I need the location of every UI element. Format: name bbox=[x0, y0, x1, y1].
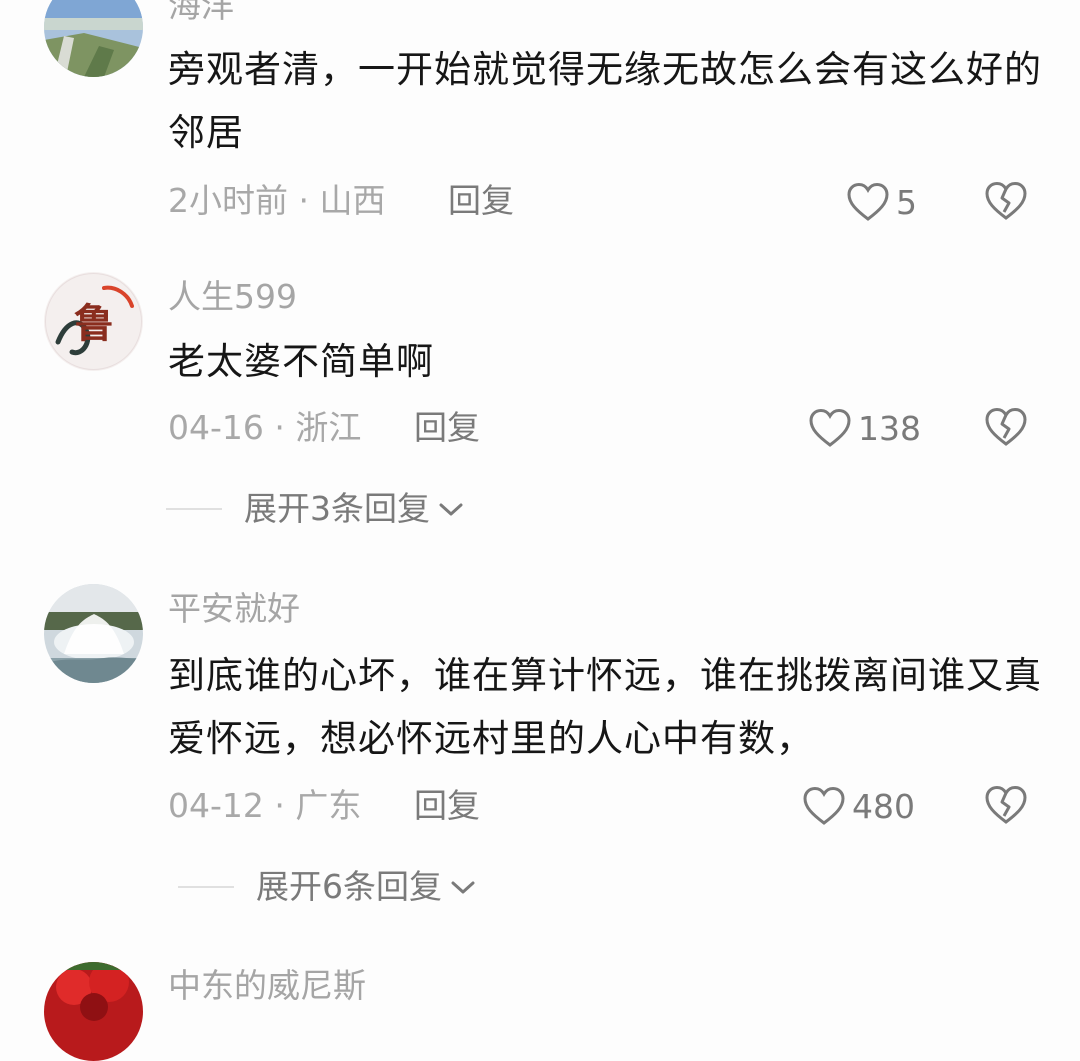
reply-button[interactable]: 回复 bbox=[414, 786, 480, 826]
heart-icon bbox=[809, 408, 851, 447]
avatar[interactable] bbox=[44, 0, 143, 77]
meta-separator: · bbox=[288, 181, 320, 220]
like-count: 5 bbox=[896, 182, 917, 222]
comment-time: 04-16 bbox=[168, 408, 264, 447]
comment-meta: 04-16 · 浙江 bbox=[168, 408, 361, 448]
dislike-button[interactable] bbox=[984, 180, 1028, 222]
avatar[interactable] bbox=[44, 584, 143, 683]
broken-heart-icon bbox=[985, 181, 1027, 220]
broken-heart-icon bbox=[985, 785, 1027, 824]
comment-location: 广东 bbox=[295, 786, 362, 825]
comment-meta: 04-12 · 广东 bbox=[168, 786, 361, 826]
expand-divider-line bbox=[166, 508, 222, 510]
avatar[interactable] bbox=[44, 962, 143, 1061]
meta-separator: · bbox=[263, 786, 296, 825]
heart-icon bbox=[803, 786, 845, 825]
comment-text: 老太婆不简单啊 bbox=[168, 340, 434, 383]
expand-replies-label: 展开6条回复 bbox=[256, 867, 442, 906]
like-button[interactable]: 480 bbox=[802, 782, 915, 830]
heart-icon bbox=[847, 182, 889, 221]
meta-separator: · bbox=[263, 408, 296, 447]
comment-time: 2小时前 bbox=[168, 181, 288, 220]
avatar-calligraphy-text: 鲁 bbox=[74, 300, 114, 347]
red-flower-avatar-image bbox=[44, 962, 143, 1061]
like-button[interactable]: 138 bbox=[808, 404, 921, 452]
dislike-button[interactable] bbox=[984, 406, 1028, 448]
expand-replies-button[interactable]: 展开6条回复 bbox=[178, 867, 478, 907]
username[interactable]: 中东的威尼斯 bbox=[168, 966, 366, 1006]
expand-replies-button[interactable]: 展开3条回复 bbox=[166, 489, 466, 529]
comment-meta: 2小时前 · 山西 bbox=[168, 181, 385, 221]
username[interactable]: 平安就好 bbox=[168, 589, 300, 629]
fountain-avatar-image bbox=[44, 584, 143, 683]
username[interactable]: 海洋 bbox=[168, 0, 234, 26]
like-count: 480 bbox=[852, 786, 915, 826]
reply-button[interactable]: 回复 bbox=[414, 408, 480, 448]
comment-text: 旁观者清，一开始就觉得无缘无故怎么会有这么好的邻居 bbox=[168, 48, 1042, 154]
calligraphy-avatar-image: 鲁 bbox=[44, 272, 143, 371]
comment-location: 山西 bbox=[319, 181, 386, 220]
avatar[interactable]: 鲁 bbox=[44, 272, 143, 371]
chevron-down-icon bbox=[451, 881, 475, 894]
like-count: 138 bbox=[858, 408, 921, 448]
like-button[interactable]: 5 bbox=[846, 178, 917, 226]
reply-button[interactable]: 回复 bbox=[448, 181, 514, 221]
username[interactable]: 人生599 bbox=[168, 277, 297, 317]
broken-heart-icon bbox=[985, 407, 1027, 446]
expand-divider-line bbox=[178, 886, 234, 888]
comment-text: 到底谁的心坏，谁在算计怀远，谁在挑拨离间谁又真爱怀远，想必怀远村里的人心中有数， bbox=[168, 654, 1042, 760]
dislike-button[interactable] bbox=[984, 784, 1028, 826]
comment-time: 04-12 bbox=[168, 786, 264, 825]
expand-replies-label: 展开3条回复 bbox=[244, 489, 430, 528]
landscape-avatar-image bbox=[44, 0, 143, 77]
comment-location: 浙江 bbox=[295, 408, 362, 447]
chevron-down-icon bbox=[439, 503, 463, 516]
